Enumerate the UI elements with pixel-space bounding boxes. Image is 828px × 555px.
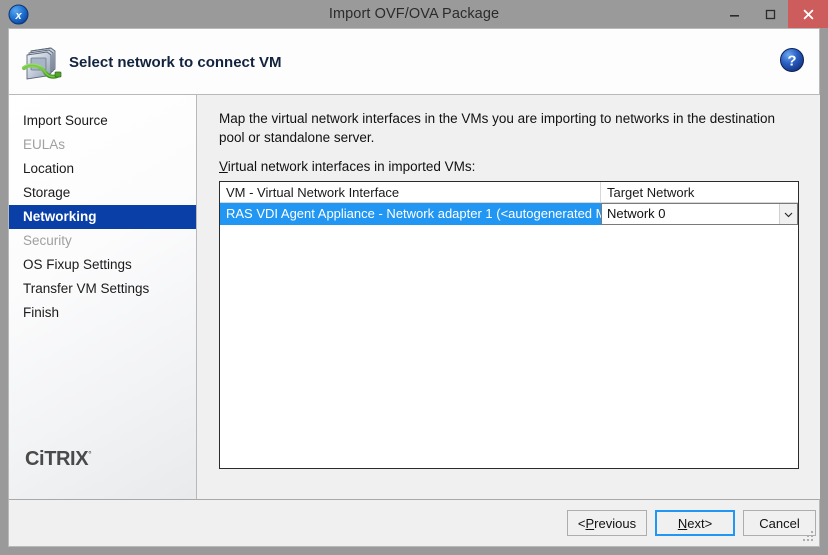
target-network-value: Network 0 [607, 206, 666, 221]
next-rest: ext [687, 515, 705, 531]
sidebar-item-eulas: EULAs [9, 133, 196, 157]
sidebar-item-label: Security [23, 233, 72, 248]
close-button[interactable] [788, 0, 828, 28]
sidebar-item-transfer-vm-settings[interactable]: Transfer VM Settings [9, 277, 196, 301]
resize-grip[interactable] [803, 531, 815, 543]
sidebar-item-label: OS Fixup Settings [23, 257, 132, 272]
dialog-body: Import Source EULAs Location Storage Net… [8, 95, 820, 499]
sidebar-item-os-fixup-settings[interactable]: OS Fixup Settings [9, 253, 196, 277]
next-suffix: > [704, 515, 713, 531]
sidebar-item-label: Transfer VM Settings [23, 281, 150, 296]
sidebar-item-label: Finish [23, 305, 60, 320]
column-header-interface[interactable]: VM - Virtual Network Interface [220, 182, 601, 203]
network-stack-icon [21, 42, 63, 84]
wizard-steps-sidebar: Import Source EULAs Location Storage Net… [9, 95, 197, 499]
wizard-header: Select network to connect VM ? [8, 28, 820, 95]
previous-accel: P [585, 515, 595, 531]
maximize-button[interactable] [752, 0, 788, 28]
column-header-target-network[interactable]: Target Network [601, 182, 798, 203]
sidebar-item-storage[interactable]: Storage [9, 181, 196, 205]
network-mapping-table[interactable]: VM - Virtual Network Interface Target Ne… [219, 181, 799, 469]
sidebar-item-label: EULAs [23, 137, 66, 152]
window-title: Import OVF/OVA Package [328, 6, 500, 22]
instruction-text: Map the virtual network interfaces in th… [219, 111, 776, 145]
title-bar[interactable]: x Import OVF/OVA Package [0, 0, 828, 28]
chevron-down-icon[interactable] [779, 204, 797, 224]
dialog-window: x Import OVF/OVA Package Select network … [0, 0, 828, 555]
citrix-logo: CiTRIX° [25, 448, 92, 471]
sidebar-item-label: Location [23, 161, 75, 176]
sidebar-item-networking[interactable]: Networking [9, 205, 196, 229]
cell-interface-name[interactable]: RAS VDI Agent Appliance - Network adapte… [220, 203, 601, 225]
next-accel: N [677, 515, 688, 531]
dialog-footer: < Previous Next > Cancel [8, 499, 820, 547]
page-title: Select network to connect VM [69, 54, 282, 71]
sidebar-item-label: Import Source [23, 113, 108, 128]
table-row[interactable]: RAS VDI Agent Appliance - Network adapte… [220, 203, 798, 225]
minimize-button[interactable] [716, 0, 752, 28]
previous-prefix: < [577, 515, 586, 531]
previous-button[interactable]: < Previous [567, 510, 647, 536]
sidebar-item-label: Storage [23, 185, 71, 200]
target-network-dropdown[interactable]: Network 0 [601, 203, 798, 225]
citrix-trademark: ° [88, 449, 92, 460]
table-label: Virtual network interfaces in imported V… [219, 159, 475, 174]
next-button[interactable]: Next > [655, 510, 735, 536]
previous-rest: revious [594, 515, 637, 531]
table-header-row: VM - Virtual Network Interface Target Ne… [220, 182, 798, 203]
sidebar-item-import-source[interactable]: Import Source [9, 109, 196, 133]
sidebar-item-location[interactable]: Location [9, 157, 196, 181]
sidebar-item-security: Security [9, 229, 196, 253]
citrix-wordmark: CiTRIX [25, 448, 89, 470]
sidebar-item-label: Networking [23, 209, 97, 224]
help-icon[interactable]: ? [779, 47, 805, 73]
sidebar-item-finish[interactable]: Finish [9, 301, 196, 325]
table-label-rest: irtual network interfaces in imported VM… [227, 159, 476, 174]
table-label-accel: V [219, 159, 228, 174]
svg-text:?: ? [787, 53, 796, 70]
wizard-main-panel: Map the virtual network interfaces in th… [197, 95, 820, 499]
